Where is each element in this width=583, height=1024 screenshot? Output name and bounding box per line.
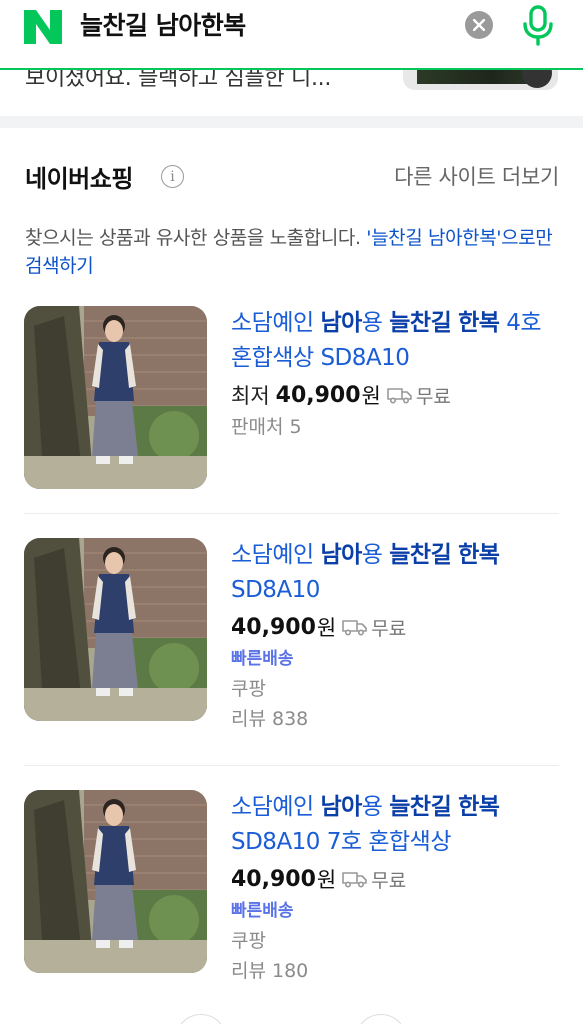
currency-label: 원 — [316, 616, 337, 640]
similar-products-notice: 찾으시는 상품과 유사한 상품을 노출합니다. '늘찬길 남아한복'으로만 검색… — [25, 224, 560, 280]
more-sites-link[interactable]: 다른 사이트 더보기 — [394, 161, 559, 191]
previous-snippet-thumbnail[interactable] — [403, 70, 558, 90]
truck-icon — [387, 388, 412, 404]
seller-count[interactable]: 판매처 5 — [231, 412, 559, 442]
product-title[interactable]: 소담예인 남아용 늘찬길 한복 SD8A10 — [231, 538, 559, 608]
truck-icon — [342, 620, 368, 636]
product-card[interactable]: 소담예인 남아용 늘찬길 한복 SD8A10 40,900 원 무료 빠른배송 … — [24, 538, 559, 738]
shipping-label: 무료 — [371, 869, 407, 892]
shipping-label: 무료 — [415, 385, 451, 408]
play-badge-icon — [522, 70, 552, 88]
previous-result-snippet[interactable]: 보이셨어요. 블랙하고 심플한 디... — [0, 70, 583, 116]
pagination-next-button[interactable] — [355, 1014, 407, 1024]
price-row: 최저 40,900 원 무료 — [231, 378, 559, 412]
currency-label: 원 — [316, 868, 337, 892]
hanbok-photo — [24, 306, 207, 489]
product-thumbnail[interactable] — [24, 306, 207, 489]
product-title[interactable]: 소담예인 남아용 늘찬길 한복 4호 혼합색상 SD8A10 — [231, 306, 559, 376]
product-price: 40,900 — [275, 382, 361, 408]
product-info: 소담예인 남아용 늘찬길 한복 SD8A10 7호 혼합색상 40,900 원 … — [231, 790, 559, 986]
product-thumbnail[interactable] — [24, 790, 207, 973]
naver-logo[interactable] — [24, 10, 62, 44]
fast-delivery-badge: 빠른배송 — [231, 901, 294, 921]
voice-search-button[interactable] — [518, 4, 558, 46]
naver-n-icon — [24, 10, 62, 44]
divider — [24, 513, 559, 514]
truck-icon — [342, 872, 368, 888]
product-info: 소담예인 남아용 늘찬길 한복 4호 혼합색상 SD8A10 최저 40,900… — [231, 306, 559, 442]
info-icon[interactable]: i — [161, 165, 184, 188]
product-title[interactable]: 소담예인 남아용 늘찬길 한복 SD8A10 7호 혼합색상 — [231, 790, 559, 860]
product-price: 40,900 — [231, 614, 316, 640]
product-card[interactable]: 소담예인 남아용 늘찬길 한복 SD8A10 7호 혼합색상 40,900 원 … — [24, 790, 559, 990]
close-icon — [473, 19, 485, 31]
review-count[interactable]: 리뷰 838 — [231, 704, 559, 734]
product-card[interactable]: 소담예인 남아용 늘찬길 한복 4호 혼합색상 SD8A10 최저 40,900… — [24, 306, 559, 506]
price-prefix: 최저 — [231, 384, 270, 408]
search-query-input[interactable]: 늘찬길 남아한복 — [80, 9, 246, 43]
review-count[interactable]: 리뷰 180 — [231, 956, 559, 986]
hanbok-photo — [24, 790, 207, 973]
shipping-label: 무료 — [371, 617, 407, 640]
previous-snippet-text: 보이셨어요. 블랙하고 심플한 디... — [25, 70, 332, 91]
section-title: 네이버쇼핑 — [25, 165, 133, 193]
price-row: 40,900 원 무료 — [231, 862, 559, 896]
notice-text: 찾으시는 상품과 유사한 상품을 노출합니다. — [25, 227, 367, 249]
seller-name[interactable]: 쿠팡 — [231, 926, 559, 956]
pagination-prev-button[interactable] — [175, 1014, 227, 1024]
product-price: 40,900 — [231, 866, 316, 892]
product-thumbnail[interactable] — [24, 538, 207, 721]
price-row: 40,900 원 무료 — [231, 610, 559, 644]
currency-label: 원 — [361, 384, 381, 408]
product-info: 소담예인 남아용 늘찬길 한복 SD8A10 40,900 원 무료 빠른배송 … — [231, 538, 559, 734]
divider — [24, 765, 559, 766]
microphone-icon — [523, 5, 553, 46]
hanbok-photo — [24, 538, 207, 721]
search-bar: 늘찬길 남아한복 — [0, 0, 583, 70]
clear-search-button[interactable] — [465, 11, 493, 39]
section-separator — [0, 116, 583, 128]
seller-name[interactable]: 쿠팡 — [231, 674, 559, 704]
fast-delivery-badge: 빠른배송 — [231, 649, 294, 669]
